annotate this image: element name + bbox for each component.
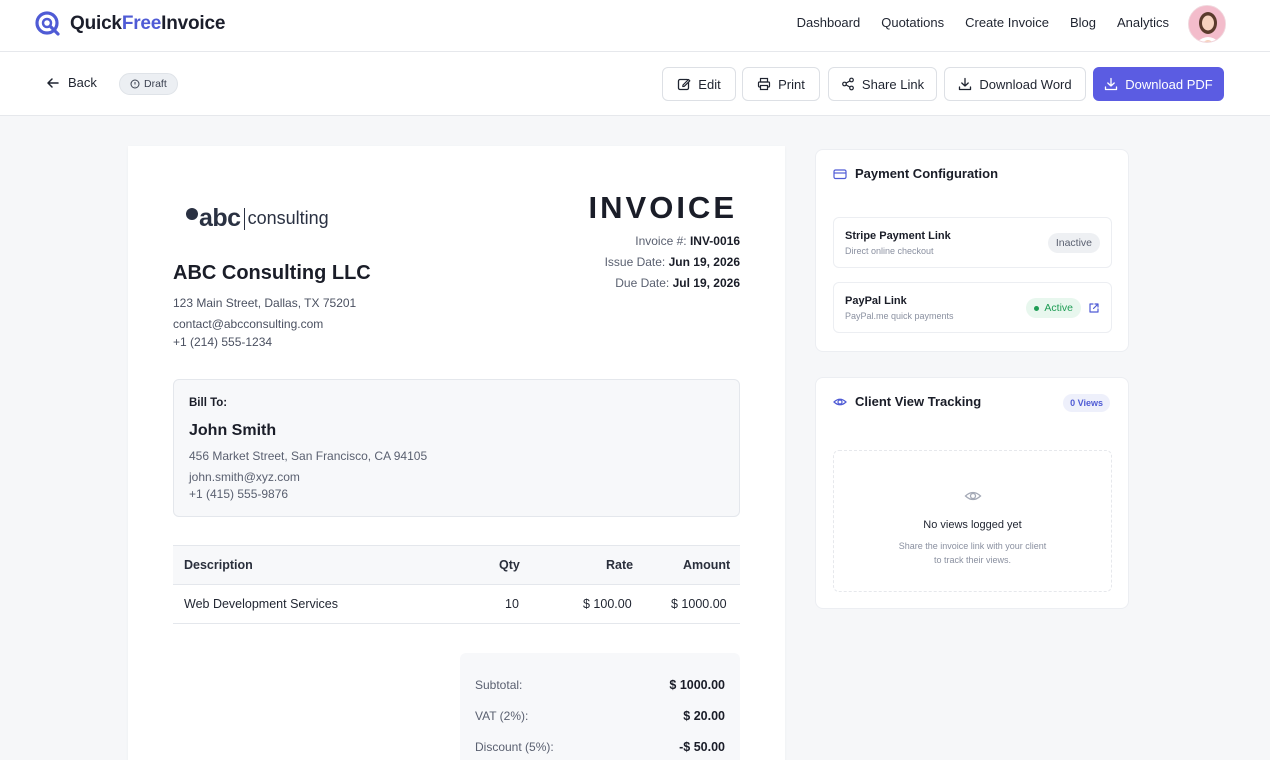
share-icon bbox=[842, 77, 854, 91]
panel-title: Client View Tracking bbox=[855, 394, 982, 409]
subtotal-label: Subtotal: bbox=[475, 678, 523, 692]
nav-link-blog[interactable]: Blog bbox=[1070, 15, 1096, 30]
invoice-toolbar: Back Draft Edit Print Share Link Downloa… bbox=[0, 52, 1270, 116]
paypal-link-card[interactable]: PayPal Link PayPal.me quick payments Act… bbox=[833, 282, 1112, 333]
company-email: contact@abcconsulting.com bbox=[173, 317, 324, 331]
invoice-document: abc consulting ABC Consulting LLC 123 Ma… bbox=[128, 146, 785, 760]
due-date: Due Date: Jul 19, 2026 bbox=[615, 276, 740, 290]
company-name: ABC Consulting LLC bbox=[173, 262, 371, 284]
back-button[interactable]: Back bbox=[46, 75, 97, 90]
company-phone: +1 (214) 555-1234 bbox=[173, 335, 273, 349]
print-label: Print bbox=[778, 76, 805, 92]
table-header: Description Qty Rate Amount bbox=[173, 545, 740, 585]
panel-header: Payment Configuration bbox=[833, 166, 998, 181]
logo-divider bbox=[243, 207, 245, 230]
download-icon bbox=[1105, 77, 1118, 91]
credit-card-icon bbox=[833, 168, 847, 179]
logo-main-text: abc bbox=[199, 204, 241, 232]
empty-state-description-line-1: Share the invoice link with your client bbox=[898, 541, 1047, 551]
nav-link-create-invoice[interactable]: Create Invoice bbox=[965, 15, 1049, 30]
views-count-badge: 0 Views bbox=[1063, 394, 1110, 412]
company-logo: abc consulting bbox=[186, 204, 329, 233]
issue-date: Issue Date: Jun 19, 2026 bbox=[604, 255, 740, 269]
client-address: 456 Market Street, San Francisco, CA 941… bbox=[189, 449, 428, 463]
brand-mark-icon bbox=[35, 11, 60, 36]
brand-logo[interactable]: QuickFreeInvoice bbox=[34, 10, 225, 38]
print-button[interactable]: Print bbox=[742, 67, 820, 101]
invoice-title: INVOICE bbox=[588, 190, 737, 225]
vat-label: VAT (2%): bbox=[475, 709, 529, 723]
edit-label: Edit bbox=[698, 76, 721, 92]
client-view-tracking-panel: Client View Tracking 0 Views No views lo… bbox=[815, 377, 1129, 609]
bill-to-box: Bill To: John Smith 456 Market Street, S… bbox=[173, 379, 740, 517]
printer-icon bbox=[758, 77, 771, 91]
totals-box: Subtotal: $ 1000.00 VAT (2%): $ 20.00 Di… bbox=[460, 653, 740, 760]
empty-state-title: No views logged yet bbox=[923, 519, 1022, 531]
download-word-label: Download Word bbox=[979, 76, 1072, 92]
eye-icon bbox=[833, 398, 847, 405]
status-badge: Draft bbox=[119, 73, 178, 95]
payment-configuration-panel: Payment Configuration Stripe Payment Lin… bbox=[815, 149, 1129, 352]
download-pdf-label: Download PDF bbox=[1125, 76, 1213, 92]
edit-button[interactable]: Edit bbox=[662, 67, 736, 101]
stripe-title: Stripe Payment Link bbox=[845, 230, 951, 242]
top-navbar: QuickFreeInvoice Dashboard Quotations Cr… bbox=[0, 0, 1270, 52]
nav-link-analytics[interactable]: Analytics bbox=[1117, 15, 1169, 30]
user-avatar[interactable] bbox=[1188, 5, 1226, 43]
nav-link-dashboard[interactable]: Dashboard bbox=[797, 15, 861, 30]
vat-value: $ 20.00 bbox=[683, 709, 725, 723]
logo-dot bbox=[186, 207, 198, 220]
edit-icon bbox=[678, 78, 691, 91]
item-description: Web Development Services bbox=[184, 597, 339, 611]
avatar-image bbox=[1189, 6, 1225, 42]
external-link-icon[interactable] bbox=[1088, 302, 1100, 314]
panel-header: Client View Tracking bbox=[833, 394, 981, 409]
item-qty: 10 bbox=[505, 597, 519, 611]
line-items-table: Description Qty Rate Amount Web Developm… bbox=[173, 545, 740, 624]
client-name: John Smith bbox=[189, 422, 277, 439]
download-pdf-button[interactable]: Download PDF bbox=[1093, 67, 1224, 101]
invoice-number: Invoice #: INV-0016 bbox=[635, 234, 740, 248]
panel-title: Payment Configuration bbox=[855, 166, 999, 181]
client-phone: +1 (415) 555-9876 bbox=[189, 487, 289, 501]
company-address: 123 Main Street, Dallas, TX 75201 bbox=[173, 296, 357, 310]
status-label: Draft bbox=[144, 78, 167, 90]
nav-link-quotations[interactable]: Quotations bbox=[881, 15, 944, 30]
column-header-description: Description bbox=[184, 558, 253, 572]
discount-value: -$ 50.00 bbox=[679, 740, 725, 754]
paypal-status-label: Active bbox=[1044, 302, 1073, 314]
column-header-rate: Rate bbox=[606, 558, 634, 572]
column-header-qty: Qty bbox=[499, 558, 520, 572]
paypal-subtitle: PayPal.me quick payments bbox=[845, 311, 954, 321]
download-word-button[interactable]: Download Word bbox=[944, 67, 1086, 101]
download-icon bbox=[959, 77, 972, 91]
main-nav: Dashboard Quotations Create Invoice Blog… bbox=[797, 15, 1169, 30]
column-header-amount: Amount bbox=[683, 558, 731, 572]
active-dot-icon bbox=[1034, 305, 1040, 311]
share-label: Share Link bbox=[861, 76, 925, 92]
eye-icon bbox=[964, 491, 982, 501]
stripe-link-card[interactable]: Stripe Payment Link Direct online checko… bbox=[833, 217, 1112, 268]
logo-sub-text: consulting bbox=[247, 208, 329, 228]
empty-state: No views logged yet Share the invoice li… bbox=[833, 450, 1112, 592]
item-amount: $ 1000.00 bbox=[671, 597, 727, 611]
stripe-status-badge: Inactive bbox=[1047, 233, 1100, 253]
info-icon bbox=[130, 79, 140, 89]
back-label: Back bbox=[68, 75, 97, 90]
paypal-status-badge: Active bbox=[1026, 298, 1081, 318]
bill-to-label: Bill To: bbox=[189, 397, 228, 409]
discount-label: Discount (5%): bbox=[475, 740, 554, 754]
arrow-left-icon bbox=[47, 77, 59, 88]
table-row: Web Development Services 10 $ 100.00 $ 1… bbox=[173, 585, 740, 624]
empty-state-description-line-2: to track their views. bbox=[933, 555, 1012, 565]
stripe-subtitle: Direct online checkout bbox=[845, 246, 934, 256]
subtotal-value: $ 1000.00 bbox=[669, 678, 725, 692]
client-email: john.smith@xyz.com bbox=[189, 470, 300, 484]
item-rate: $ 100.00 bbox=[583, 597, 632, 611]
brand-name: QuickFreeInvoice bbox=[70, 13, 226, 34]
share-link-button[interactable]: Share Link bbox=[828, 67, 937, 101]
paypal-title: PayPal Link bbox=[845, 295, 907, 307]
